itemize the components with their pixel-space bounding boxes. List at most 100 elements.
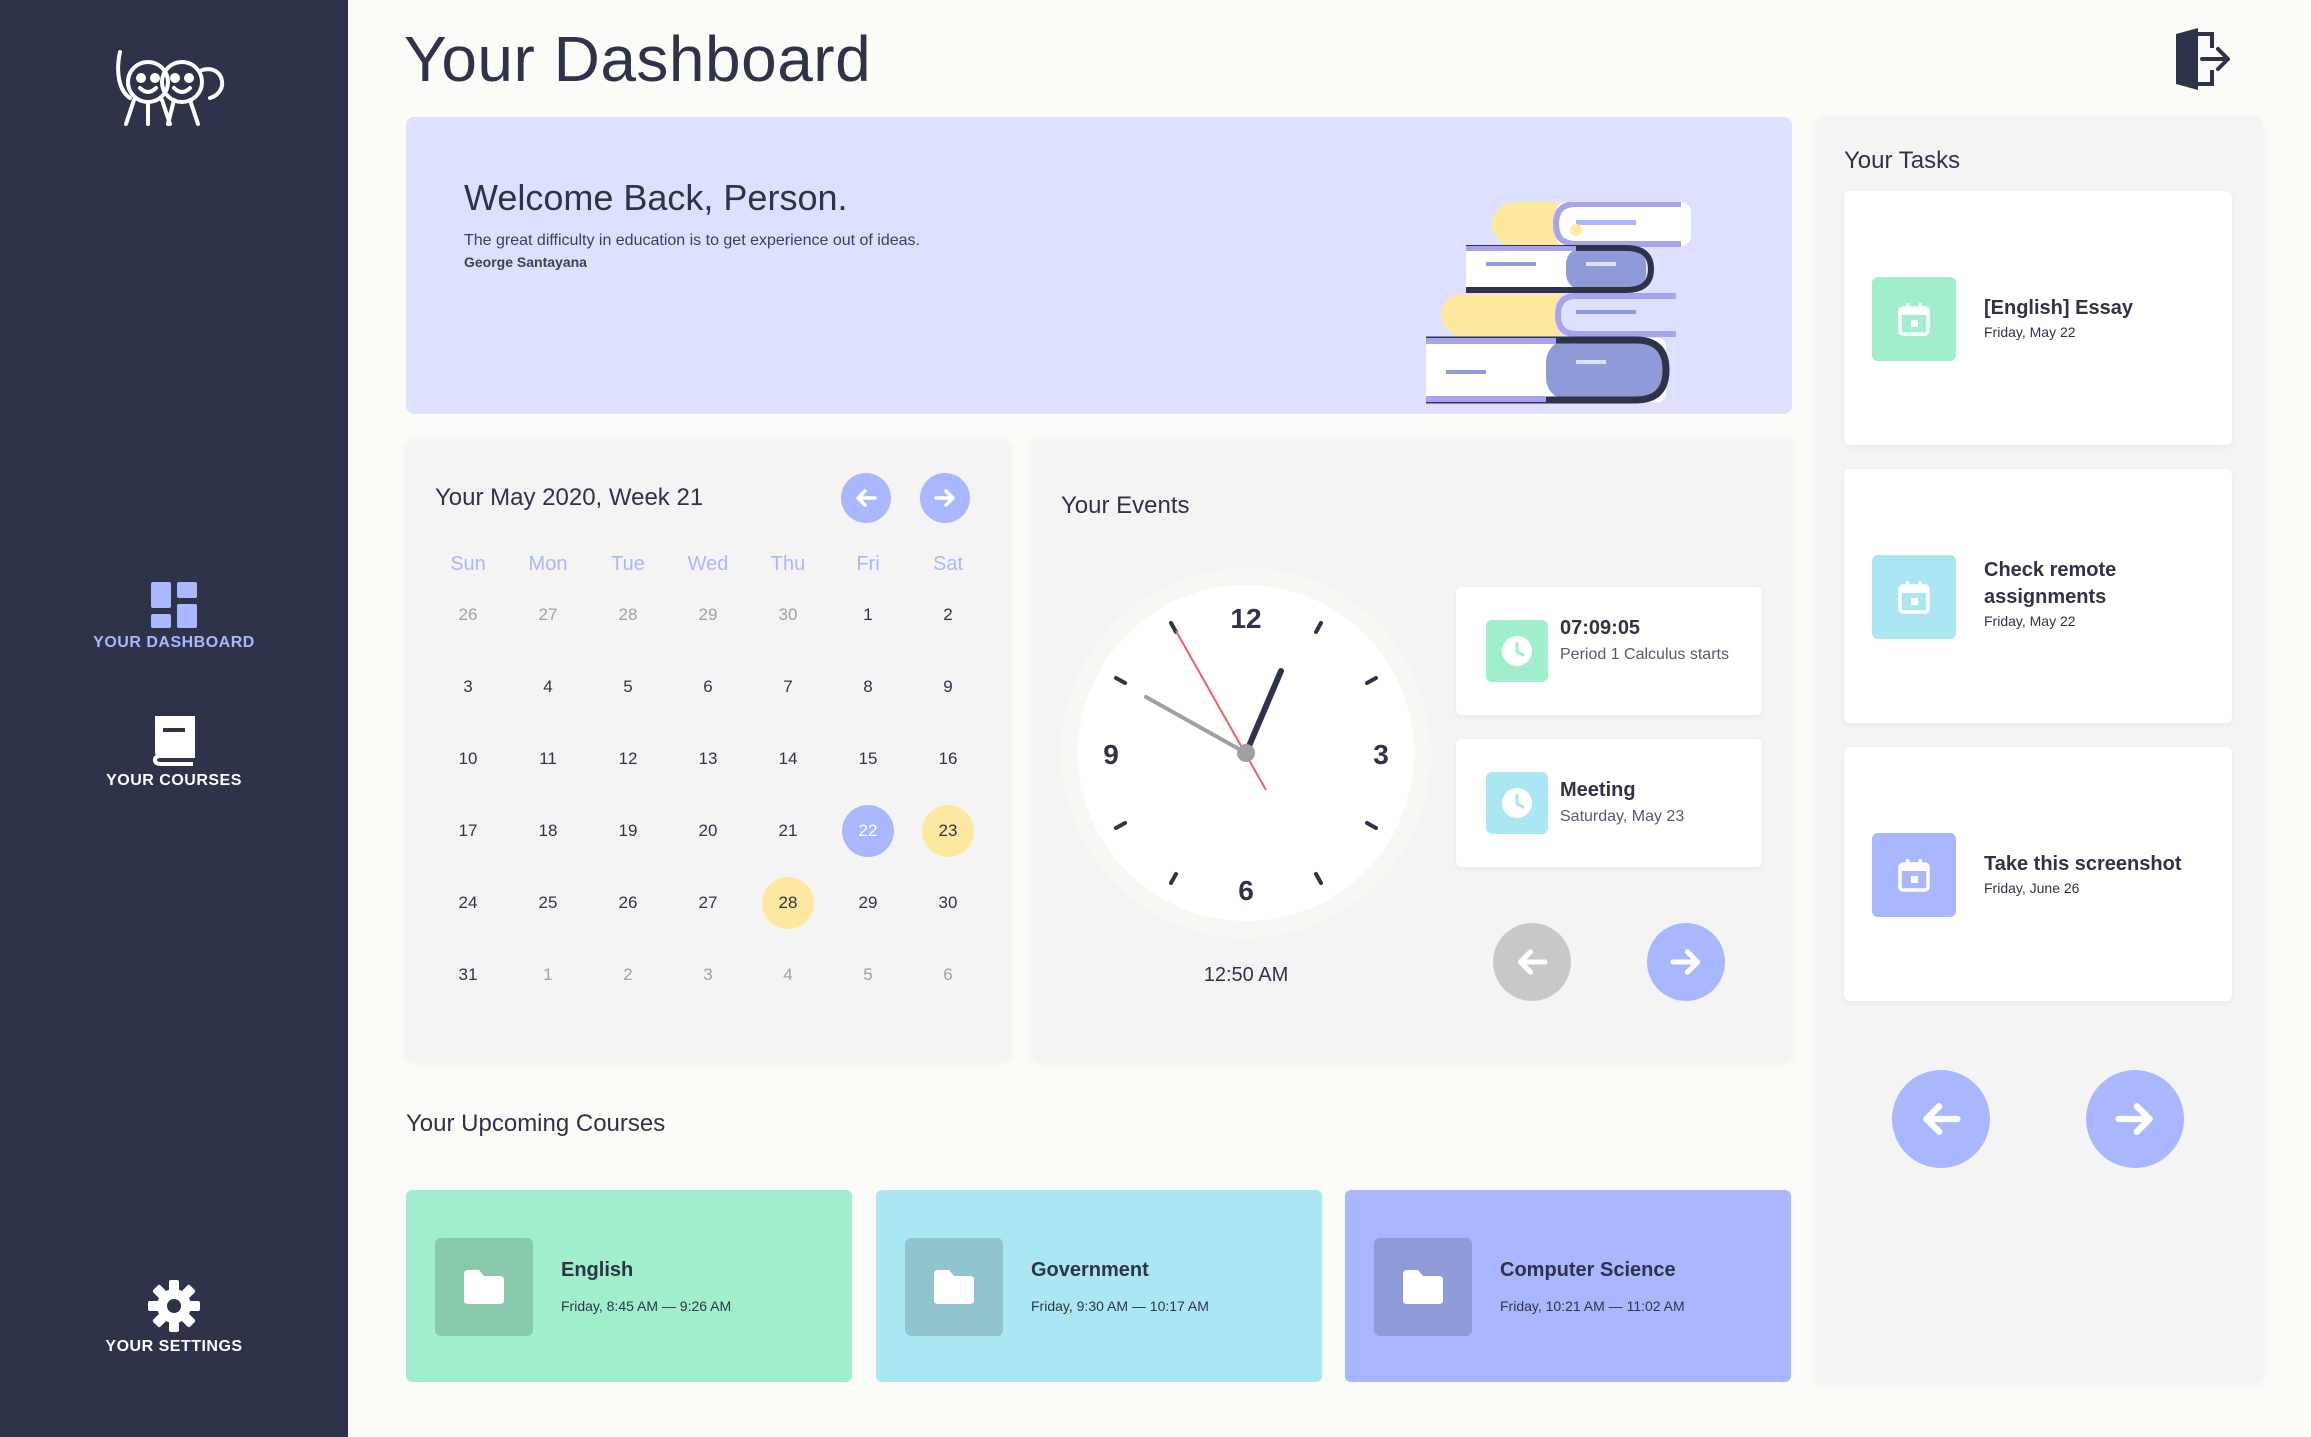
calendar-day[interactable]: 30 [748, 579, 828, 651]
calendar-day-number: 14 [778, 749, 798, 768]
folder-icon [905, 1238, 1003, 1336]
calendar-day[interactable]: 11 [508, 723, 588, 795]
clock-digital-time: 12:50 AM [1203, 964, 1289, 986]
calendar-day-number: 30 [778, 605, 798, 624]
calendar-day[interactable]: 20 [668, 795, 748, 867]
logout-icon[interactable] [2172, 28, 2230, 90]
calendar-day[interactable]: 31 [428, 939, 508, 1011]
calendar-day[interactable]: 17 [428, 795, 508, 867]
calendar-day[interactable]: 6 [668, 651, 748, 723]
event-description: Period 1 Calculus starts [1560, 646, 1729, 663]
calendar-day[interactable]: 6 [908, 939, 988, 1011]
calendar-day[interactable]: 2 [588, 939, 668, 1011]
clock-icon [1486, 772, 1548, 834]
calendar-day[interactable]: 5 [828, 939, 908, 1011]
events-title: Your Events [1061, 492, 1190, 519]
calendar-day[interactable]: 21 [748, 795, 828, 867]
course-card[interactable]: Government Friday, 9:30 AM — 10:17 AM [876, 1190, 1322, 1382]
welcome-quote: The great difficulty in education is to … [464, 232, 920, 249]
calendar-day-today[interactable]: 22 [828, 795, 908, 867]
clock-numeral-3: 3 [1373, 739, 1389, 770]
calendar-day[interactable]: 4 [508, 651, 588, 723]
calendar-day-number: 3 [703, 965, 713, 984]
calendar-day-number: 25 [538, 893, 558, 912]
tasks-next-button[interactable] [2086, 1070, 2184, 1168]
event-title: Meeting [1560, 779, 1636, 801]
calendar-day[interactable]: 7 [748, 651, 828, 723]
event-title: 07:09:05 [1560, 617, 1641, 639]
calendar-day-number: 15 [858, 749, 878, 768]
arrow-right-icon [934, 489, 955, 507]
calendar-day[interactable]: 15 [828, 723, 908, 795]
calendar-day[interactable]: 14 [748, 723, 828, 795]
calendar-day-number: 29 [858, 893, 878, 912]
course-name: English [561, 1259, 634, 1281]
calendar-day[interactable]: 28 [588, 579, 668, 651]
calendar-day[interactable]: 27 [508, 579, 588, 651]
course-card[interactable]: Computer Science Friday, 10:21 AM — 11:02… [1345, 1190, 1791, 1382]
sidebar: YOUR DASHBOARD YOUR COURSES YOUR SETTING… [0, 0, 348, 1437]
calendar-day[interactable]: 3 [668, 939, 748, 1011]
calendar-day-number: 31 [458, 965, 478, 984]
calendar-day[interactable]: 16 [908, 723, 988, 795]
events-next-button[interactable] [1647, 923, 1725, 1001]
tasks-card: Your Tasks [English] Essay Friday, May 22… [1816, 117, 2262, 1382]
calendar-day[interactable]: 13 [668, 723, 748, 795]
nav-dashboard-label: YOUR DASHBOARD [93, 634, 255, 651]
nav-dashboard[interactable]: YOUR DASHBOARD [0, 582, 348, 652]
events-prev-button[interactable] [1493, 923, 1571, 1001]
calendar-day[interactable]: 18 [508, 795, 588, 867]
nav-courses[interactable]: YOUR COURSES [0, 716, 348, 790]
arrow-right-icon [2115, 1103, 2153, 1135]
nav-settings[interactable]: YOUR SETTINGS [0, 1280, 348, 1356]
calendar-day-number: 11 [539, 749, 557, 768]
calendar-day-number: 4 [543, 677, 553, 696]
calendar-day[interactable]: 30 [908, 867, 988, 939]
arrow-left-icon [1923, 1103, 1961, 1135]
calendar-day[interactable]: 9 [908, 651, 988, 723]
calendar-day[interactable]: 24 [428, 867, 508, 939]
folder-icon [1374, 1238, 1472, 1336]
calendar-day-number: 21 [778, 821, 798, 840]
calendar-day[interactable]: 29 [668, 579, 748, 651]
page-title: Your Dashboard [404, 23, 872, 95]
event-item[interactable]: Meeting Saturday, May 23 [1456, 739, 1762, 867]
calendar-day[interactable]: 26 [428, 579, 508, 651]
calendar-day[interactable]: 5 [588, 651, 668, 723]
calendar-day[interactable]: 1 [508, 939, 588, 1011]
calendar-day[interactable]: 8 [828, 651, 908, 723]
clock-numeral-6: 6 [1238, 875, 1254, 906]
course-time: Friday, 8:45 AM — 9:26 AM [561, 1298, 732, 1314]
calendar-next-button[interactable] [920, 473, 970, 523]
calendar-day[interactable]: 2 [908, 579, 988, 651]
calendar-day[interactable]: 25 [508, 867, 588, 939]
calendar-grid: Sun Mon Tue Wed Thu Fri Sat 26 27 28 29 30 1 2 3 4 5 6 7 8… [428, 549, 988, 1011]
course-time: Friday, 10:21 AM — 11:02 AM [1500, 1298, 1685, 1314]
calendar-day[interactable]: 26 [588, 867, 668, 939]
calendar-day-number: 1 [543, 965, 553, 984]
calendar-icon [1872, 833, 1956, 917]
gear-icon [148, 1280, 200, 1332]
tasks-prev-button[interactable] [1892, 1070, 1990, 1168]
calendar-day[interactable]: 29 [828, 867, 908, 939]
task-item[interactable]: [English] Essay Friday, May 22 [1844, 191, 2232, 445]
task-item[interactable]: Take this screenshot Friday, June 26 [1844, 747, 2232, 1001]
calendar-day[interactable]: 4 [748, 939, 828, 1011]
calendar-day[interactable]: 1 [828, 579, 908, 651]
task-item[interactable]: Check remote assignments Friday, May 22 [1844, 469, 2232, 723]
calendar-day-number: 5 [623, 677, 633, 696]
calendar-day-event[interactable]: 28 [748, 867, 828, 939]
calendar-day[interactable]: 19 [588, 795, 668, 867]
event-item[interactable]: 07:09:05 Period 1 Calculus starts [1456, 587, 1762, 715]
calendar-day[interactable]: 12 [588, 723, 668, 795]
course-name: Government [1031, 1259, 1149, 1281]
course-card[interactable]: English Friday, 8:45 AM — 9:26 AM [406, 1190, 852, 1382]
calendar-day[interactable]: 27 [668, 867, 748, 939]
calendar-day-event[interactable]: 23 [908, 795, 988, 867]
calendar-day[interactable]: 3 [428, 651, 508, 723]
task-name: Check remote assignments [1984, 559, 2117, 608]
calendar-day[interactable]: 10 [428, 723, 508, 795]
nav-settings-label: YOUR SETTINGS [105, 1338, 243, 1355]
calendar-prev-button[interactable] [841, 473, 891, 523]
arrow-left-icon [1517, 949, 1548, 975]
